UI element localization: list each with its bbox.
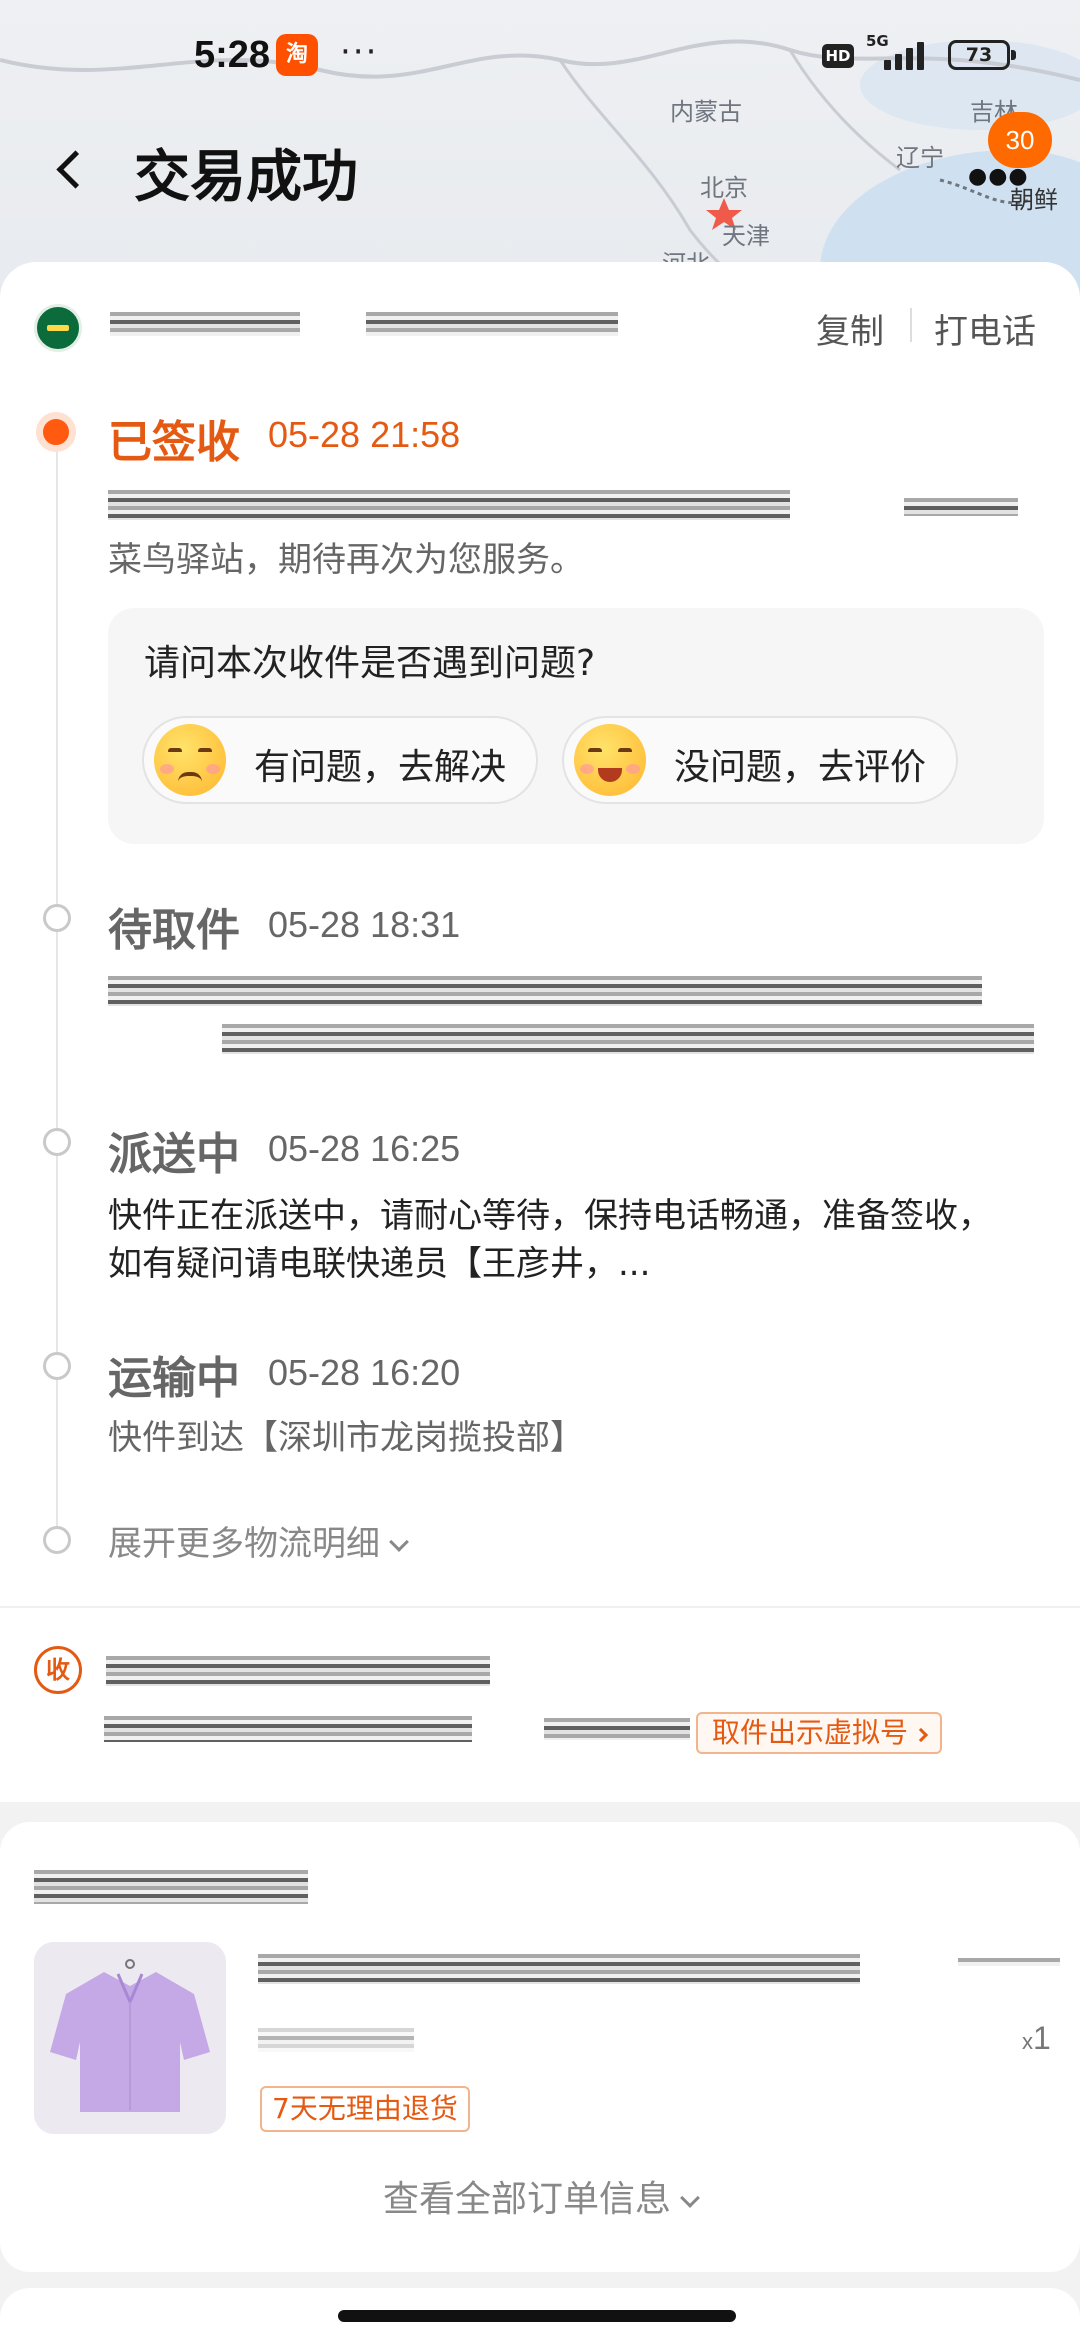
quantity-prefix: x <box>1022 2029 1033 2054</box>
event-time: 05-28 16:25 <box>268 1128 461 1169</box>
view-all-order-info-label: 查看全部订单信息 <box>382 2179 671 2220</box>
logistics-card: 复制 打电话 已签收 05-28 21:58 菜鸟驿站，期待再次为您服务。 请问… <box>0 262 1080 1802</box>
timeline-dot <box>43 1352 71 1380</box>
redacted-price <box>958 1958 1060 1966</box>
virtual-number-button[interactable]: 取件出示虚拟号 <box>696 1712 943 1754</box>
event-description: 菜鸟驿站，期待再次为您服务。 <box>108 540 584 580</box>
report-problem-label: 有问题，去解决 <box>254 747 507 788</box>
battery-icon: 73 <box>948 40 1016 70</box>
event-status: 待取件 <box>108 905 240 956</box>
divider <box>910 308 912 342</box>
redacted-pickup-info <box>222 1024 1034 1054</box>
hd-icon: HD <box>822 44 854 68</box>
redacted-address <box>108 490 790 520</box>
feedback-question: 请问本次收件是否遇到问题? <box>144 643 596 684</box>
redacted-recipient-address <box>104 1716 472 1742</box>
signal-icon <box>884 40 936 70</box>
recipient-icon: 收 <box>34 1646 82 1694</box>
event-status: 派送中 <box>108 1129 240 1180</box>
home-indicator[interactable] <box>338 2310 736 2322</box>
event-description: 快件正在派送中，请耐心等待，保持电话畅通，准备签收，如有疑问请电联快递员【王彦井… <box>108 1196 992 1284</box>
event-time: 05-28 18:31 <box>268 904 461 945</box>
taobao-app-icon: 淘 <box>276 34 318 76</box>
rate-service-label: 没问题，去评价 <box>674 747 927 788</box>
chevron-down-icon <box>680 2188 700 2208</box>
redacted-tracking-number <box>366 312 618 336</box>
feedback-box: 请问本次收件是否遇到问题? 有问题，去解决 没问题，去评价 <box>108 608 1044 844</box>
view-all-order-info-button[interactable]: 查看全部订单信息 <box>0 2170 1080 2222</box>
redacted-product-title[interactable] <box>258 1954 860 1984</box>
copy-tracking-button[interactable]: 复制 <box>816 304 884 353</box>
event-status: 已签收 <box>108 417 240 468</box>
return-policy-badge: 7天无理由退货 <box>260 2086 470 2132</box>
title-bar: 交易成功 <box>0 130 1080 210</box>
quantity-value: 1 <box>1033 2020 1051 2056</box>
china-post-logo-icon <box>34 304 82 352</box>
redacted-sku <box>258 2028 414 2052</box>
event-time: 05-28 21:58 <box>268 414 461 455</box>
quantity: x1 <box>1022 2020 1051 2057</box>
report-problem-button[interactable]: 有问题，去解决 <box>142 716 538 804</box>
timeline-dot-active <box>36 412 76 452</box>
call-courier-button[interactable]: 打电话 <box>934 304 1036 353</box>
virtual-number-label: 取件出示虚拟号 <box>712 1716 909 1749</box>
product-image[interactable] <box>34 1942 226 2134</box>
redacted-address <box>904 498 1018 516</box>
rate-service-button[interactable]: 没问题，去评价 <box>562 716 958 804</box>
map-label: 天津 <box>722 223 770 250</box>
order-card: x1 7天无理由退货 查看全部订单信息 <box>0 1822 1080 2272</box>
redacted-courier-name <box>110 312 300 336</box>
event-time: 05-28 16:20 <box>268 1352 461 1393</box>
timeline-dot <box>43 1128 71 1156</box>
redacted-recipient-name <box>106 1656 490 1686</box>
timeline-dot <box>43 904 71 932</box>
expand-logistics-label: 展开更多物流明细 <box>108 1524 380 1564</box>
redacted-pickup-info <box>108 976 982 1006</box>
event-description: 快件到达【深圳市龙岗揽投部】 <box>108 1418 584 1458</box>
frustrated-face-icon <box>154 724 226 796</box>
more-notifications-icon: ··· <box>340 32 379 72</box>
chevron-right-icon <box>913 1727 929 1743</box>
status-bar: 5:28 淘 ··· HD 5G 73 <box>0 28 1080 88</box>
redacted-shop-name[interactable] <box>34 1870 308 1904</box>
map-label: 内蒙古 <box>670 99 742 126</box>
event-status: 运输中 <box>108 1353 240 1404</box>
section-divider <box>0 1606 1080 1608</box>
chevron-down-icon <box>389 1532 409 1552</box>
timeline-line <box>56 442 58 1552</box>
redacted-recipient-phone <box>544 1718 690 1740</box>
status-time: 5:28 <box>194 34 271 76</box>
page-title: 交易成功 <box>134 145 358 210</box>
expand-logistics-button[interactable]: 展开更多物流明细 <box>108 1516 409 1565</box>
back-arrow-icon[interactable] <box>44 144 94 194</box>
happy-face-icon <box>574 724 646 796</box>
timeline-dot <box>43 1526 71 1554</box>
